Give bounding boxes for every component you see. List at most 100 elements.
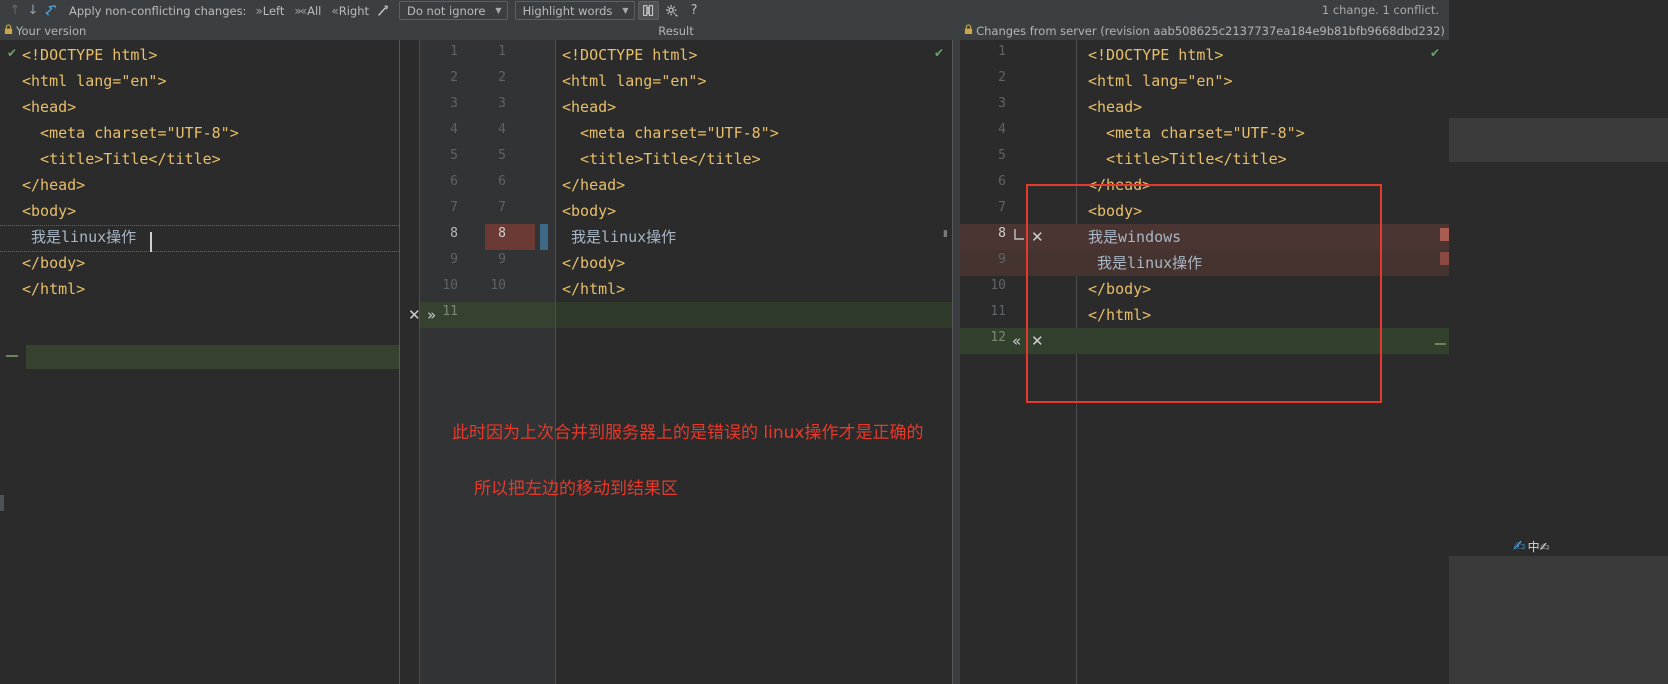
highlight-policy-select[interactable]: Highlight words ▼	[514, 1, 635, 20]
desktop-panel-lower	[1449, 556, 1668, 684]
code-line: <head>	[22, 94, 239, 120]
chevron-left-double-icon: «	[331, 3, 338, 18]
previous-difference-button[interactable]: ↑	[6, 2, 24, 20]
right-line-number: 12	[990, 330, 1006, 345]
code-line: <meta charset="UTF-8">	[562, 120, 779, 146]
apply-left-button[interactable]: » Left	[255, 4, 284, 18]
accept-right-change-button[interactable]: »	[427, 302, 436, 328]
code-text: <title>Title</title>	[562, 150, 761, 168]
result-editor-pane[interactable]: 1 2 3 4 5 6 7 8 9 10 11 1 2 3 4 5 6 7 8 …	[400, 40, 952, 684]
right-scrollbar-conflict-marker[interactable]	[1440, 252, 1449, 265]
code-text: 我是windows	[1088, 228, 1182, 246]
code-line: <meta charset="UTF-8">	[22, 120, 239, 146]
right-editor-pane[interactable]: 1 2 3 4 5 6 7 8 9 10 11 12 ✕ « ✕ <!DOCTY…	[960, 40, 1449, 684]
magic-merge-icon	[45, 4, 57, 16]
right-gutter-dash-icon	[1435, 343, 1446, 345]
code-line: </html>	[562, 276, 779, 302]
apply-nonconflicting-label: Apply non-conflicting changes:	[69, 3, 247, 18]
code-line: <title>Title</title>	[22, 146, 239, 172]
code-line: </head>	[1088, 172, 1305, 198]
code-text: 我是linux操作	[22, 228, 137, 246]
reject-inserted-change-button[interactable]: ✕	[1031, 328, 1044, 354]
code-text: <head>	[1088, 98, 1143, 116]
conflict-connector-icon	[1012, 224, 1026, 250]
reject-change-button[interactable]: ✕	[408, 302, 421, 328]
result-pane-title: Result	[658, 23, 694, 38]
wand-icon	[378, 4, 389, 16]
chevron-down-icon: ▼	[622, 6, 629, 15]
code-text: <!DOCTYPE html>	[1088, 46, 1224, 64]
merge-dialog: ✍ 中✍ ↑ ↓ Apply non-conflicting changes: …	[0, 0, 1668, 684]
right-line-number: 10	[990, 278, 1006, 293]
merge-status-text: 1 change. 1 conflict.	[1321, 3, 1439, 17]
ime-label: 中✍	[1527, 539, 1550, 554]
gutter-number-b: 9	[498, 252, 506, 267]
right-pane-title: Changes from server (revision aab508625c…	[976, 23, 1445, 38]
lock-glyph	[4, 23, 13, 34]
accept-left-change-button[interactable]: «	[1012, 328, 1021, 354]
gutter-number-a: 1	[450, 44, 458, 59]
code-text: <meta charset="UTF-8">	[22, 124, 239, 142]
gutter-number-b: 8	[498, 226, 506, 241]
right-line-number: 7	[998, 200, 1006, 215]
code-text: <!DOCTYPE html>	[562, 46, 698, 64]
gutter-number-a: 2	[450, 70, 458, 85]
gutter-number-b: 5	[498, 148, 506, 163]
right-line-number: 5	[998, 148, 1006, 163]
code-line: <!DOCTYPE html>	[22, 42, 239, 68]
collapse-unchanged-button[interactable]	[637, 1, 659, 20]
result-conflict-marker	[540, 224, 548, 250]
code-text: </body>	[22, 254, 86, 272]
code-line: <body>	[1088, 198, 1305, 224]
code-text: <html lang="en">	[1088, 72, 1233, 90]
resolve-simple-conflicts-icon[interactable]	[374, 2, 392, 20]
code-line: <title>Title</title>	[1088, 146, 1305, 172]
apply-right-button[interactable]: « Right	[331, 4, 369, 18]
right-code-block: <!DOCTYPE html> <html lang="en"> <head> …	[1088, 42, 1305, 328]
left-pane-header: Your version	[4, 22, 399, 39]
code-line: <!DOCTYPE html>	[1088, 42, 1305, 68]
code-line: <head>	[562, 94, 779, 120]
help-button[interactable]: ?	[691, 3, 698, 18]
gutter-number-a: 6	[450, 174, 458, 189]
right-line-number: 11	[990, 304, 1006, 319]
code-line: 我是linux操作	[22, 224, 239, 250]
settings-button[interactable]	[662, 1, 683, 20]
apply-all-button[interactable]: »« All	[294, 4, 321, 18]
right-gutter-divider	[1076, 40, 1077, 684]
apply-all-magic-icon[interactable]	[42, 2, 61, 20]
right-line-number: 3	[998, 96, 1006, 111]
ime-indicator[interactable]: ✍ 中✍	[1513, 533, 1559, 559]
left-editor-pane[interactable]: ✔ <!DOCTYPE html> <html lang="en"> <head…	[0, 40, 399, 684]
code-line: <!DOCTYPE html>	[562, 42, 779, 68]
desktop-panel-upper	[1449, 118, 1668, 162]
gutter-number-a: 5	[450, 148, 458, 163]
next-difference-button[interactable]: ↓	[24, 2, 42, 20]
result-code-block: <!DOCTYPE html> <html lang="en"> <head> …	[562, 42, 779, 302]
code-line: 我是linux操作	[562, 224, 779, 250]
right-line-number: 6	[998, 174, 1006, 189]
gear-icon	[666, 4, 679, 16]
code-text: </head>	[562, 176, 626, 194]
result-inline-diff-marker: ▮	[943, 229, 948, 239]
code-text: <title>Title</title>	[22, 150, 221, 168]
gutter-number-b: 4	[498, 122, 506, 137]
result-pane-header: Result	[400, 22, 952, 39]
right-line-number: 2	[998, 70, 1006, 85]
right-pane-header: Changes from server (revision aab508625c…	[960, 22, 1449, 39]
code-text: 我是linux操作	[1088, 254, 1203, 272]
text-caret	[150, 232, 152, 252]
right-scrollbar-conflict-marker[interactable]	[1440, 228, 1449, 241]
ignore-policy-select[interactable]: Do not ignore ▼	[399, 1, 508, 20]
code-line: <body>	[562, 198, 779, 224]
code-line: </body>	[1088, 276, 1305, 302]
code-text: </body>	[562, 254, 626, 272]
code-line: <html lang="en">	[562, 68, 779, 94]
code-text: <meta charset="UTF-8">	[1088, 124, 1305, 142]
code-text: <!DOCTYPE html>	[22, 46, 158, 64]
left-inserted-placeholder	[26, 345, 399, 369]
code-text: <html lang="en">	[562, 72, 707, 90]
right-line-number: 4	[998, 122, 1006, 137]
reject-server-change-button[interactable]: ✕	[1031, 224, 1044, 250]
lock-icon	[964, 23, 973, 38]
